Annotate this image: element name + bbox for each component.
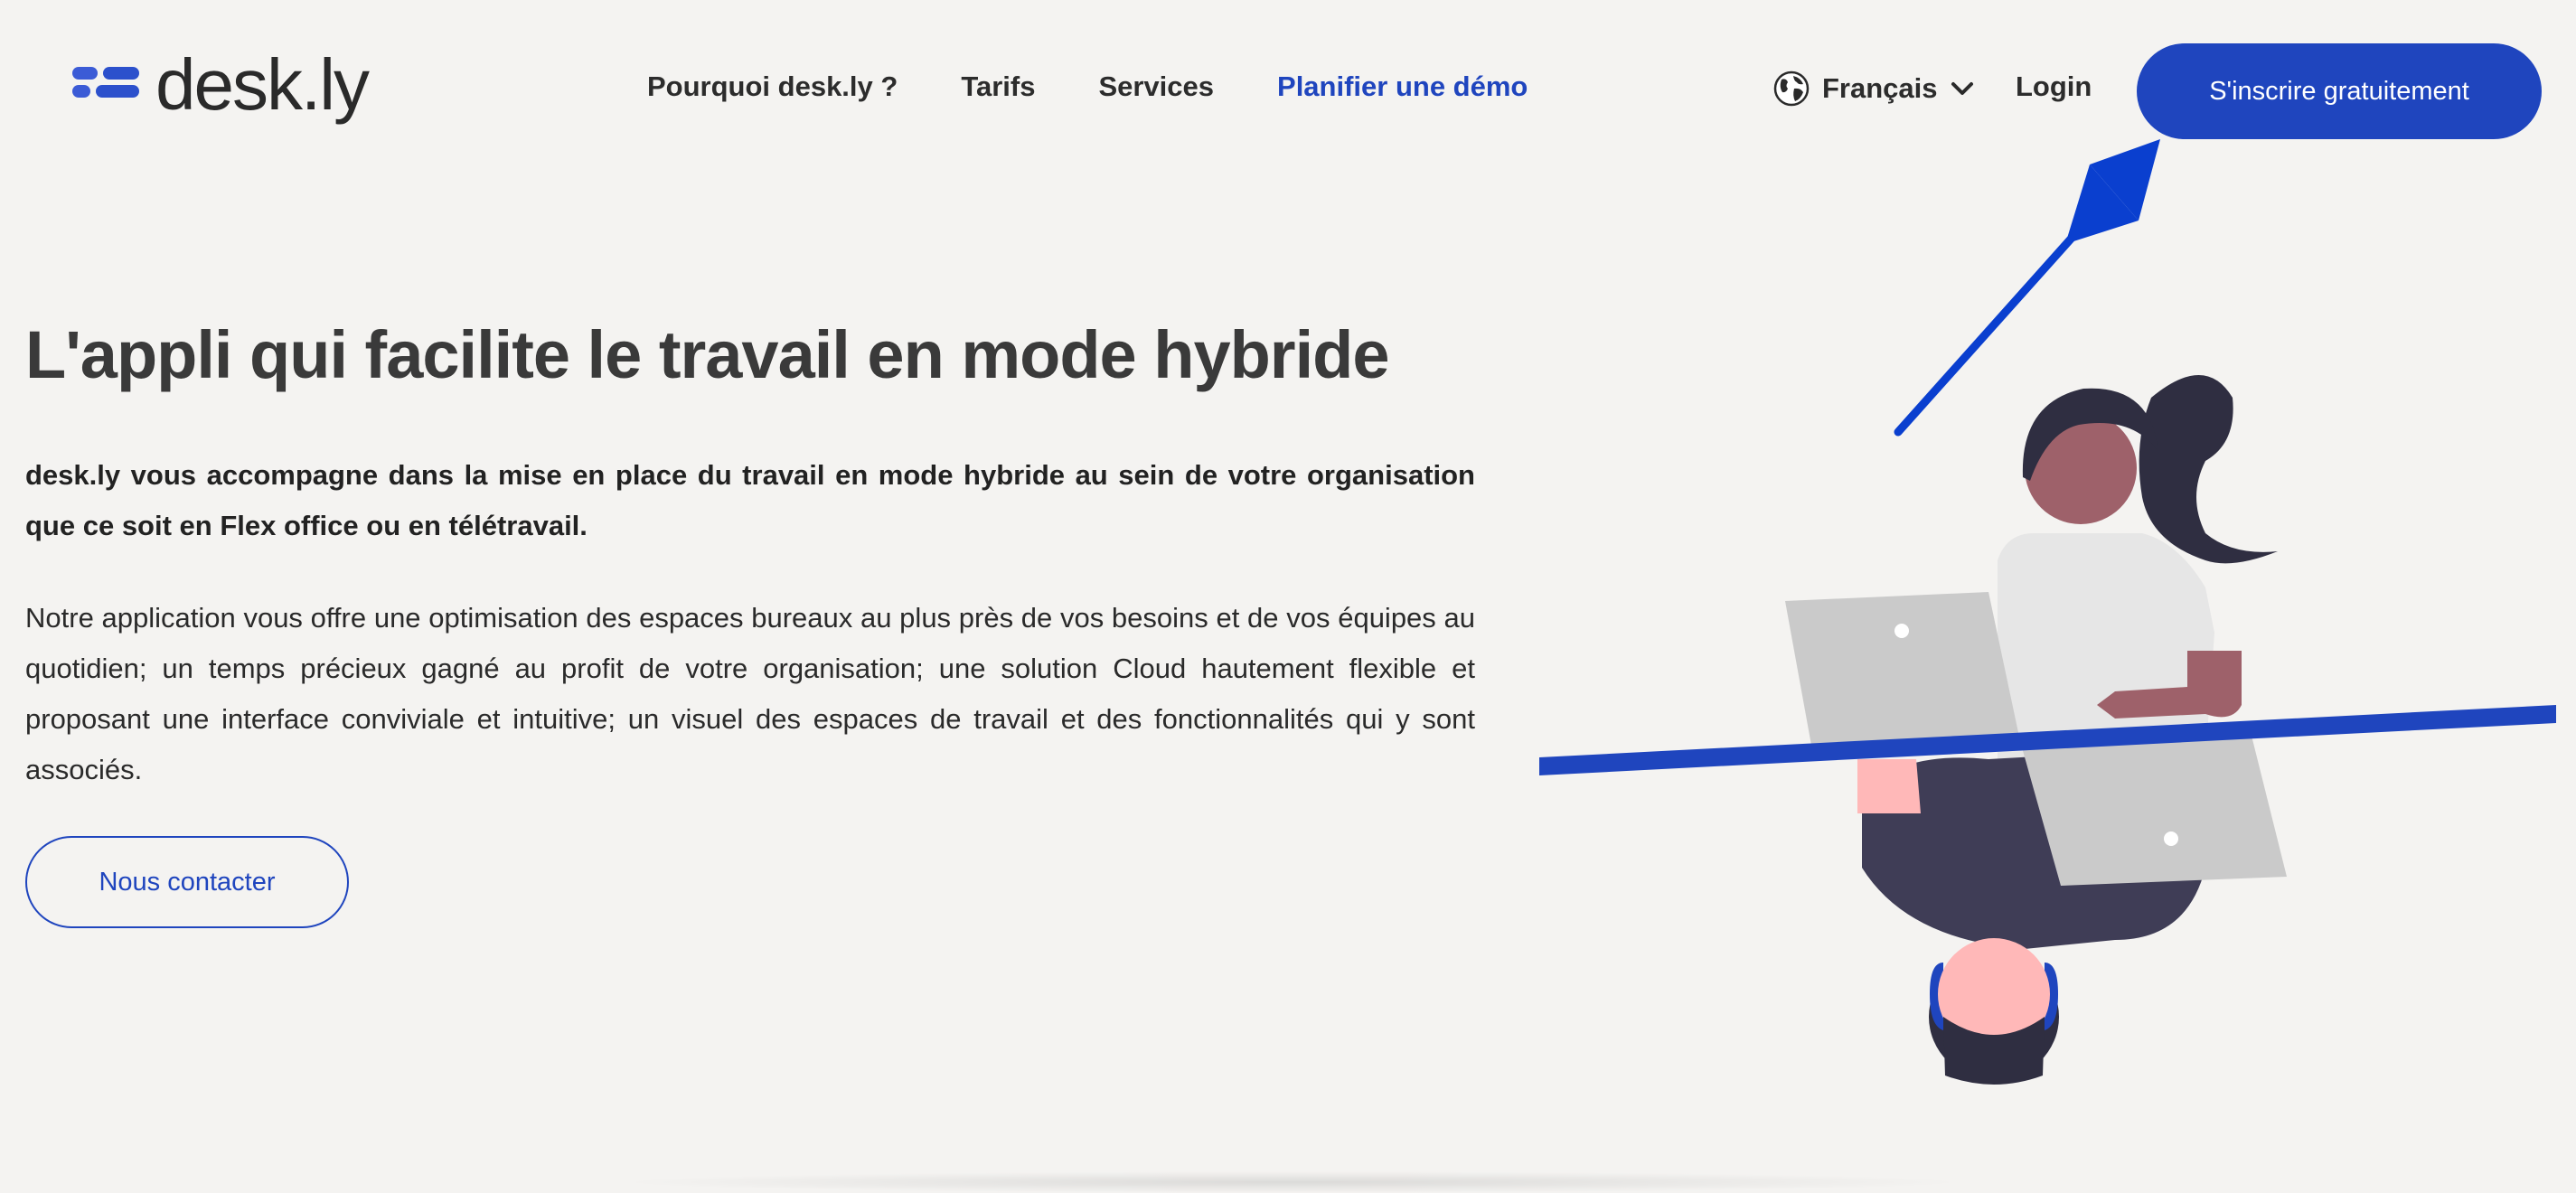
woman-with-laptops-illustration bbox=[1539, 375, 2556, 1085]
nav-item-pourquoi[interactable]: Pourquoi desk.ly ? bbox=[647, 70, 898, 103]
bottom-shadow bbox=[615, 1171, 1970, 1193]
site-header: desk.ly Pourquoi desk.ly ? Tarifs Servic… bbox=[0, 0, 2576, 181]
login-link[interactable]: Login bbox=[2016, 70, 2092, 103]
nav-item-planifier-demo[interactable]: Planifier une démo bbox=[1277, 70, 1528, 103]
language-selector[interactable]: Français bbox=[1773, 70, 1974, 107]
chevron-down-icon bbox=[1951, 82, 1973, 95]
hero-body: Notre application vous offre une optimis… bbox=[25, 602, 1475, 785]
language-label: Français bbox=[1822, 72, 1938, 104]
logo-mark-icon bbox=[72, 67, 139, 103]
signup-button[interactable]: S'inscrire gratuitement bbox=[2137, 43, 2542, 139]
globe-icon bbox=[1773, 70, 1810, 107]
annotation-arrow-icon bbox=[1894, 139, 2160, 437]
hero-lead: desk.ly vous accompagne dans la mise en … bbox=[25, 459, 1475, 541]
nav-item-services[interactable]: Services bbox=[1098, 70, 1214, 103]
nav-item-tarifs[interactable]: Tarifs bbox=[961, 70, 1035, 103]
contact-button[interactable]: Nous contacter bbox=[25, 836, 349, 928]
logo[interactable]: desk.ly bbox=[72, 40, 370, 130]
hero-title: L'appli qui facilite le travail en mode … bbox=[25, 317, 1390, 392]
logo-text: desk.ly bbox=[155, 44, 370, 125]
main-nav: Pourquoi desk.ly ? Tarifs Services Plani… bbox=[647, 70, 1528, 103]
